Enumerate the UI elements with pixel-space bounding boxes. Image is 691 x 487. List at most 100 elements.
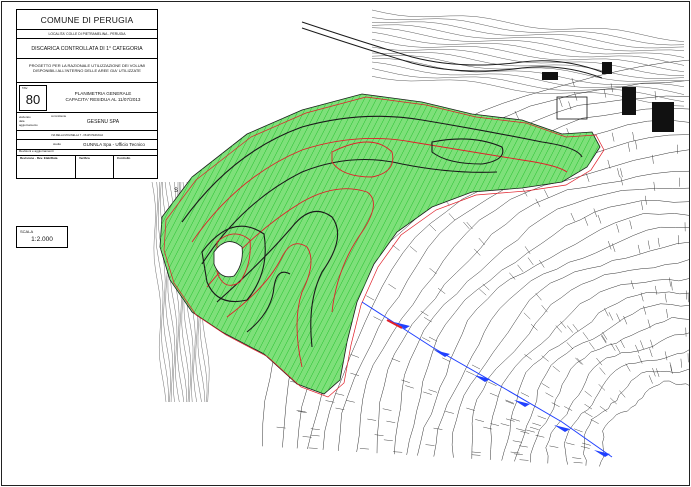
terrain-contour: [417, 213, 689, 456]
slope-tick: [652, 367, 656, 377]
client-address: VIA DELLA MOLINELLA 7 - 06125 PERUGIA: [17, 131, 157, 140]
slope-tick: [669, 362, 672, 372]
section-marker: [514, 400, 530, 407]
terrain-contour: [371, 31, 685, 66]
slope-tick: [615, 344, 621, 354]
terrain-contour: [371, 17, 685, 46]
slope-tick: [599, 406, 608, 412]
slope-tick: [544, 189, 549, 198]
slope-tick: [518, 445, 528, 448]
revision-col-3: Controllo: [117, 156, 131, 160]
slope-tick: [572, 324, 579, 332]
slope-tick: [599, 367, 606, 375]
drawing-number-label: TAV.: [22, 86, 28, 90]
slope-tick: [617, 168, 620, 178]
slope-tick: [677, 235, 679, 245]
comune-title: COMUNE DI PERUGIA: [17, 10, 157, 30]
drawing-number-box: TAV. 80: [19, 85, 47, 111]
slope-tick: [500, 423, 510, 427]
slope-tick: [570, 212, 575, 222]
access-road: [301, 27, 603, 79]
slope-tick: [669, 277, 671, 287]
slope-tick: [541, 383, 550, 389]
slope-tick: [601, 334, 607, 343]
terrain-contour: [372, 21, 685, 49]
slope-tick: [552, 365, 560, 372]
slope-tick: [367, 418, 377, 421]
slope-tick: [680, 358, 682, 368]
slope-tick: [471, 454, 481, 456]
slope-tick: [382, 408, 392, 411]
drawing-sheet: S COMUNE DI PERUGIA LOCALITA' COLLE DI P…: [1, 1, 690, 486]
terrain-contour: [406, 200, 689, 455]
slope-tick: [580, 446, 590, 449]
slope-tick: [479, 289, 487, 296]
slope-tick: [610, 83, 613, 93]
slope-tick: [429, 268, 437, 275]
slope-tick: [388, 283, 397, 290]
slope-tick: [640, 201, 644, 211]
localita-text: LOCALITA' COLLE DI PIETRAMELINA - PERUGI…: [17, 30, 157, 39]
terrain-contour: [583, 368, 689, 466]
slope-tick: [584, 217, 589, 226]
slope-tick: [640, 340, 644, 349]
revision-table: Revisioni e aggiornamenti Revisione - Re…: [17, 149, 157, 178]
slope-tick: [582, 442, 591, 446]
slope-tick: [513, 453, 523, 456]
slope-tick: [445, 411, 454, 414]
slope-tick: [637, 244, 641, 254]
slope-tick: [409, 246, 418, 253]
slope-tick: [635, 344, 640, 354]
slope-tick: [391, 358, 401, 363]
slope-tick: [584, 403, 593, 410]
slope-tick: [549, 445, 559, 448]
slope-tick: [345, 400, 355, 403]
slope-tick: [593, 208, 598, 218]
slope-tick: [584, 412, 593, 417]
slope-tick: [471, 364, 481, 370]
slope-tick: [335, 393, 345, 396]
slope-tick: [644, 195, 647, 205]
slope-tick: [425, 444, 435, 446]
slope-tick: [635, 140, 638, 150]
building: [652, 102, 674, 132]
slope-tick: [604, 308, 609, 317]
slope-tick: [335, 407, 345, 410]
slope-tick: [466, 221, 473, 230]
slope-tick: [616, 223, 620, 233]
slope-tick: [607, 240, 612, 250]
slope-tick: [527, 257, 534, 266]
slope-tick: [442, 357, 451, 362]
slope-tick: [576, 358, 584, 365]
terrain-contour: [371, 68, 685, 102]
slope-tick: [489, 392, 499, 397]
slope-tick: [463, 221, 470, 229]
slope-tick: [423, 391, 432, 395]
client-name: GESENU SPA: [86, 119, 120, 125]
slope-tick: [670, 364, 673, 374]
slope-tick: [607, 159, 611, 169]
slope-tick: [603, 88, 607, 98]
terrain-contour: [471, 259, 689, 459]
building: [622, 87, 636, 115]
slope-tick: [478, 237, 485, 245]
slope-tick: [350, 372, 360, 376]
slope-tick: [654, 285, 658, 295]
slope-tick: [374, 434, 384, 437]
slope-tick: [572, 457, 582, 459]
studio-name: GUNNLA Spa - Ufficio Tecnico: [83, 142, 145, 147]
revision-divider: [75, 156, 76, 178]
slope-tick: [448, 213, 456, 221]
slope-tick: [643, 305, 647, 315]
drawing-number: 80: [25, 92, 41, 107]
slope-tick: [545, 392, 554, 398]
left-notes: elaborato data aggiornamento: [19, 115, 47, 127]
slope-tick: [671, 281, 673, 291]
slope-tick: [488, 381, 497, 387]
slope-tick: [590, 419, 599, 424]
client-row: elaborato data aggiornamento committente…: [17, 113, 157, 131]
terrain-contour: [563, 349, 689, 465]
slope-tick: [516, 428, 525, 431]
slope-tick: [630, 280, 634, 290]
slope-tick: [647, 240, 650, 250]
